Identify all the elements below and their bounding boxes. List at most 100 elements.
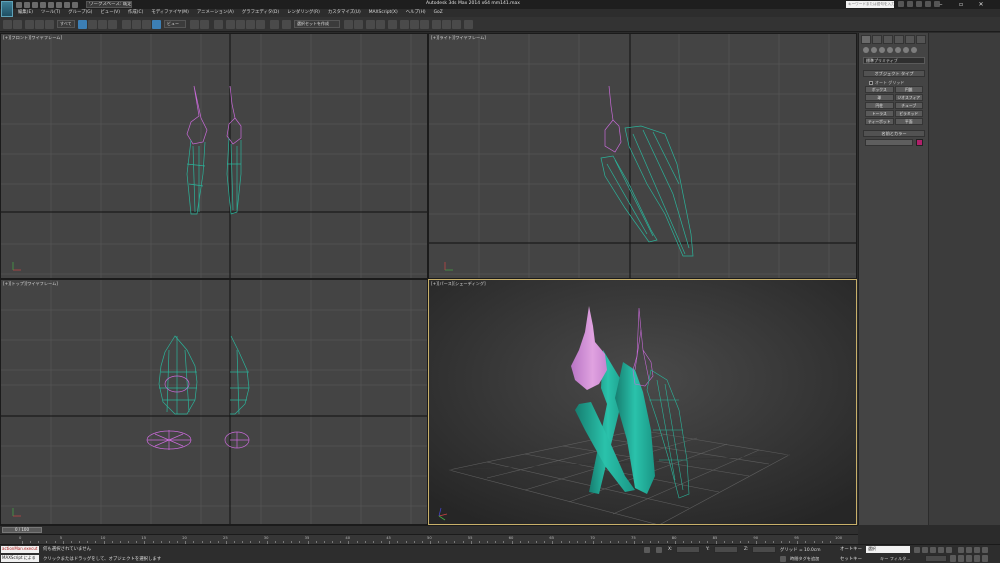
cone-button[interactable]: 円錐 [894, 86, 923, 93]
selection-filter-dropdown[interactable]: すべて [57, 20, 75, 28]
open-file-icon[interactable] [24, 1, 30, 8]
add-time-tag[interactable]: 時間タグを追加 [790, 556, 819, 562]
menu-help[interactable]: ヘルプ(H) [402, 9, 430, 17]
fetch-icon[interactable] [64, 1, 70, 8]
lights-icon[interactable] [879, 47, 885, 53]
favorites-star-icon[interactable] [925, 1, 931, 7]
keyboard-shortcut-override-icon[interactable] [214, 20, 223, 29]
geosphere-button[interactable]: ジオスフィア [894, 94, 923, 101]
project-folder-icon[interactable] [72, 1, 78, 8]
rectangular-selection-icon[interactable] [98, 20, 107, 29]
object-color-swatch[interactable] [916, 139, 923, 146]
menu-rendering[interactable]: レンダリング(R) [283, 9, 324, 17]
help-search-input[interactable]: キーワードまたは語句を入力 [846, 1, 894, 8]
tube-button[interactable]: チューブ [894, 102, 923, 109]
maxscript-listener-output[interactable]: MAXScript による [1, 555, 39, 562]
align-icon[interactable] [354, 20, 363, 29]
object-name-field[interactable] [865, 139, 913, 146]
menu-animation[interactable]: アニメーション(A) [193, 9, 238, 17]
pivot-center-icon[interactable] [190, 20, 199, 29]
time-configuration-icon[interactable] [950, 555, 956, 562]
previous-frame-icon[interactable] [922, 547, 928, 553]
field-of-view-icon[interactable] [958, 555, 964, 562]
menu-create[interactable]: 作成(C) [124, 9, 147, 17]
auto-key-button[interactable]: オートキー [840, 546, 862, 552]
modify-tab-icon[interactable] [872, 35, 882, 44]
window-crossing-icon[interactable] [108, 20, 117, 29]
angle-snap-icon[interactable] [236, 20, 245, 29]
z-coord-field[interactable] [752, 546, 776, 553]
menu-edit[interactable]: 編集(E) [14, 9, 37, 17]
render-production-icon[interactable] [452, 20, 461, 29]
geometry-icon[interactable] [863, 47, 869, 53]
viewport-right-label[interactable]: [+][ライト][ワイヤフレーム] [431, 35, 486, 41]
snaps-toggle-icon[interactable] [226, 20, 235, 29]
zoom-extents-all-icon[interactable] [982, 547, 988, 553]
hierarchy-tab-icon[interactable] [883, 35, 893, 44]
next-frame-icon[interactable] [938, 547, 944, 553]
systems-icon[interactable] [911, 47, 917, 53]
set-key-button[interactable]: セットキー [840, 556, 862, 562]
bind-space-warp-icon[interactable] [45, 20, 54, 29]
create-tab-icon[interactable] [861, 35, 871, 44]
graphite-ribbon-icon[interactable] [388, 20, 397, 29]
plane-button[interactable]: 平面 [894, 118, 923, 125]
space-warps-icon[interactable] [903, 47, 909, 53]
menu-goz[interactable]: GoZ [430, 9, 447, 17]
current-frame-field[interactable] [925, 555, 947, 562]
workspace-dropdown[interactable]: ワークスペース: 既定値 [86, 1, 132, 8]
unlink-icon[interactable] [35, 20, 44, 29]
autogrid-check-icon[interactable] [869, 81, 873, 85]
search-icon[interactable] [898, 1, 904, 7]
cameras-icon[interactable] [887, 47, 893, 53]
play-icon[interactable] [930, 547, 936, 553]
menu-graph-editors[interactable]: グラフエディタ(D) [238, 9, 283, 17]
edit-named-selection-icon[interactable] [270, 20, 279, 29]
rendered-frame-window-icon[interactable] [442, 20, 451, 29]
zoom-extents-icon[interactable] [974, 547, 980, 553]
minimize-button[interactable]: – [934, 0, 948, 9]
sphere-button[interactable]: 球 [865, 94, 894, 101]
redo-icon[interactable] [13, 20, 22, 29]
shapes-icon[interactable] [871, 47, 877, 53]
move-icon[interactable] [122, 20, 131, 29]
spinner-snap-icon[interactable] [256, 20, 265, 29]
object-type-rollout[interactable]: オブジェクト タイプ [863, 70, 925, 77]
time-tag-icon[interactable] [780, 556, 786, 562]
render-setup-icon[interactable] [432, 20, 441, 29]
viewport-top[interactable]: [+][トップ][ワイヤフレーム] [0, 279, 428, 525]
orbit-icon[interactable] [974, 555, 980, 562]
communication-center-icon[interactable] [916, 1, 922, 7]
select-manipulate-icon[interactable] [200, 20, 209, 29]
redo-icon[interactable] [48, 1, 54, 8]
geometry-category-dropdown[interactable]: 標準プリミティブ [863, 57, 925, 64]
undo-icon[interactable] [3, 20, 12, 29]
key-filters-button[interactable]: キー フィルタ... [880, 556, 910, 562]
time-slider[interactable]: 0 / 100 [0, 525, 858, 534]
key-selection-dropdown[interactable]: 選択 [866, 546, 910, 553]
viewport-perspective[interactable]: [+][パース][シェーディング] [428, 279, 857, 525]
app-logo-icon[interactable] [1, 1, 13, 17]
placement-icon[interactable] [152, 20, 161, 29]
schematic-view-icon[interactable] [410, 20, 419, 29]
y-coord-field[interactable] [714, 546, 738, 553]
box-button[interactable]: ボックス [865, 86, 894, 93]
selection-lock-icon[interactable] [644, 547, 650, 553]
viewport-top-label[interactable]: [+][トップ][ワイヤフレーム] [3, 281, 58, 287]
teapot-button[interactable]: ティーポット [865, 118, 894, 125]
menu-views[interactable]: ビュー(V) [96, 9, 124, 17]
reference-coordinate-dropdown[interactable]: ビュー [164, 20, 186, 28]
subscription-icon[interactable] [907, 1, 913, 7]
curve-editor-icon[interactable] [400, 20, 409, 29]
pyramid-button[interactable]: ピラミッド [894, 110, 923, 117]
toggle-scene-explorer-icon[interactable] [366, 20, 375, 29]
render-teapot-icon[interactable] [464, 20, 473, 29]
select-object-icon[interactable] [78, 20, 87, 29]
maximize-viewport-icon[interactable] [982, 555, 988, 562]
menu-modifiers[interactable]: モディファイヤ(M) [147, 9, 193, 17]
new-file-icon[interactable] [16, 1, 22, 8]
go-to-start-icon[interactable] [914, 547, 920, 553]
zoom-all-icon[interactable] [966, 547, 972, 553]
viewport-front-label[interactable]: [+][フロント][ワイヤフレーム] [3, 35, 62, 41]
mirror-icon[interactable] [344, 20, 353, 29]
